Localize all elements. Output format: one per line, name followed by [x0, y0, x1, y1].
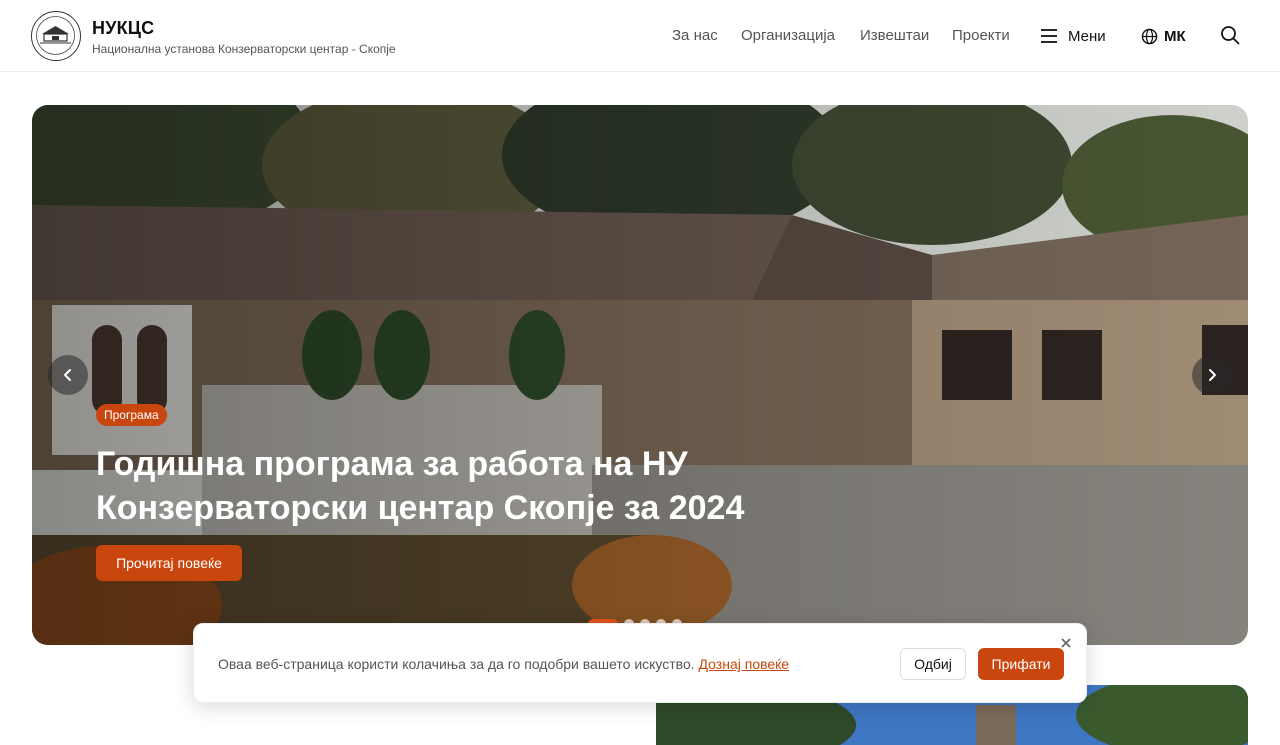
- site-header: НУКЦС Национална установа Конзерваторски…: [0, 0, 1280, 72]
- cookie-message: Оваа веб-страница користи колачиња за да…: [218, 655, 789, 673]
- hero-title[interactable]: Годишна програма за работа на НУ Конзерв…: [96, 442, 876, 530]
- prev-slide-button[interactable]: [48, 355, 88, 395]
- cookie-decline-button[interactable]: Одбиј: [900, 648, 966, 680]
- menu-label: Мени: [1068, 27, 1106, 45]
- nav-link-projects[interactable]: Проекти: [952, 26, 1010, 46]
- close-icon: [1061, 638, 1071, 648]
- chevron-left-icon: [64, 369, 71, 381]
- chevron-right-icon: [1209, 369, 1216, 381]
- language-switcher[interactable]: МК: [1141, 24, 1186, 48]
- next-slide-button[interactable]: [1192, 355, 1232, 395]
- hamburger-icon: [1041, 29, 1057, 43]
- category-badge[interactable]: Програма: [96, 404, 167, 426]
- logo-emblem-icon: [36, 16, 75, 55]
- nav-link-about[interactable]: За нас: [672, 26, 718, 46]
- menu-button[interactable]: Мени: [1040, 24, 1106, 48]
- brand-subtitle: Национална установа Конзерваторски цента…: [92, 42, 396, 56]
- nav-link-organization[interactable]: Организација: [741, 26, 835, 46]
- site-logo[interactable]: [31, 11, 81, 61]
- search-icon: [1221, 26, 1240, 45]
- language-label: МК: [1164, 27, 1186, 45]
- nav-link-reports[interactable]: Извештаи: [860, 26, 929, 46]
- cookie-learn-more-link[interactable]: Дознај повеќе: [699, 656, 790, 672]
- cookie-accept-button[interactable]: Прифати: [978, 648, 1064, 680]
- globe-icon: [1141, 28, 1158, 44]
- cookie-banner: Оваа веб-страница користи колачиња за да…: [193, 623, 1087, 703]
- brand[interactable]: НУКЦС Национална установа Конзерваторски…: [92, 17, 396, 56]
- search-button[interactable]: [1219, 24, 1243, 48]
- read-more-button[interactable]: Прочитај повеќе: [96, 545, 242, 581]
- brand-name: НУКЦС: [92, 18, 155, 38]
- hero-slider: Програма Годишна програма за работа на Н…: [32, 105, 1248, 645]
- cookie-text: Оваа веб-страница користи колачиња за да…: [218, 656, 699, 672]
- cookie-close-button[interactable]: [1060, 636, 1074, 650]
